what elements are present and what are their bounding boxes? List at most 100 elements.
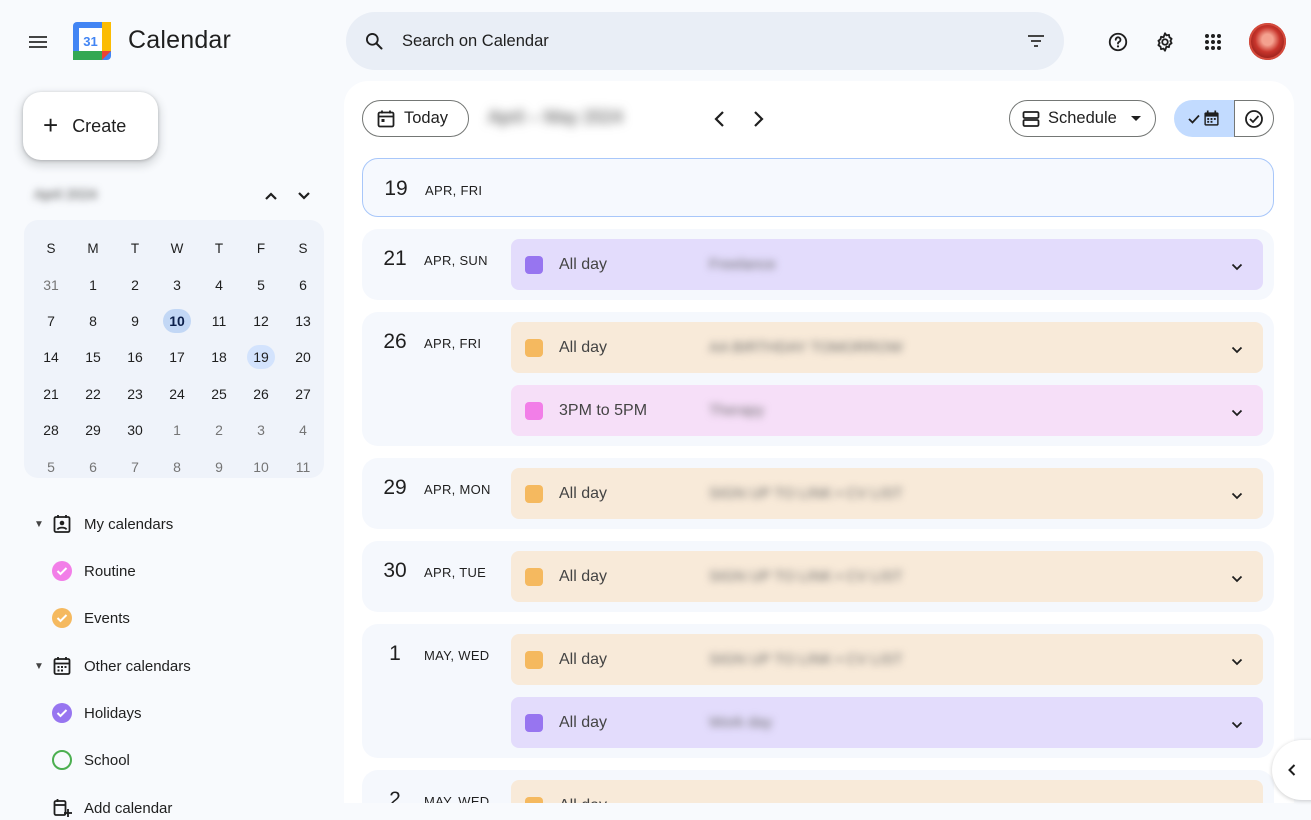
mini-calendar-day[interactable]: 6	[282, 266, 324, 302]
day-number[interactable]: 1	[380, 642, 410, 666]
mini-calendar-day[interactable]: 7	[30, 303, 72, 339]
mini-calendar-day[interactable]: 20	[282, 339, 324, 375]
add-calendar-button[interactable]: Add calendar	[52, 798, 172, 818]
mini-calendar-next-button[interactable]	[294, 186, 314, 206]
mini-calendar-day[interactable]: 27	[282, 376, 324, 412]
day-label[interactable]: MAY, WED	[424, 648, 489, 663]
mini-calendar-day[interactable]: 2	[114, 266, 156, 302]
mini-calendar-day[interactable]: 14	[30, 339, 72, 375]
day-number[interactable]: 19	[381, 177, 411, 201]
day-label[interactable]: MAY, WED	[424, 794, 489, 803]
chevron-down-icon[interactable]	[1231, 799, 1243, 803]
checkbox-checked-icon[interactable]	[52, 703, 72, 723]
event-item[interactable]: All day SIGN UP TO LINK ▪ CV LIST	[511, 551, 1263, 602]
chevron-down-icon[interactable]	[1231, 341, 1243, 359]
event-item[interactable]: All day	[511, 780, 1263, 803]
event-item[interactable]: All day Freelance	[511, 239, 1263, 290]
mini-calendar-day[interactable]: 12	[240, 303, 282, 339]
day-label[interactable]: APR, FRI	[424, 336, 481, 351]
mini-calendar-day[interactable]: 1	[156, 412, 198, 448]
mini-calendar-day[interactable]: 30	[114, 412, 156, 448]
chevron-down-icon[interactable]	[1231, 487, 1243, 505]
other-calendars-header[interactable]: ▼ Other calendars	[34, 656, 191, 676]
mini-calendar-day[interactable]: 9	[114, 303, 156, 339]
mini-calendar-day[interactable]: 31	[30, 266, 72, 302]
day-label[interactable]: APR, FRI	[425, 183, 482, 198]
calendar-item-routine[interactable]: Routine	[52, 561, 136, 581]
filter-icon[interactable]	[1026, 31, 1046, 51]
today-button[interactable]: Today	[362, 100, 469, 137]
mini-calendar-day[interactable]: 19	[240, 339, 282, 375]
account-avatar[interactable]	[1249, 23, 1286, 60]
mini-calendar-day[interactable]: 1	[72, 266, 114, 302]
mini-calendar-day[interactable]: 18	[198, 339, 240, 375]
next-period-button[interactable]	[744, 104, 774, 134]
mini-calendar-day[interactable]: 21	[30, 376, 72, 412]
day-number[interactable]: 26	[380, 330, 410, 354]
mini-calendar-day[interactable]: 24	[156, 376, 198, 412]
calendar-item-events[interactable]: Events	[52, 608, 130, 628]
search-icon[interactable]	[364, 31, 384, 51]
calendar-view-toggle[interactable]	[1174, 100, 1234, 137]
search-bar[interactable]	[346, 12, 1064, 70]
mini-calendar-day[interactable]: 8	[156, 448, 198, 484]
chevron-down-icon[interactable]	[1231, 404, 1243, 422]
app-title[interactable]: Calendar	[128, 26, 231, 55]
help-button[interactable]	[1100, 24, 1136, 60]
mini-calendar-day[interactable]: 9	[198, 448, 240, 484]
mini-calendar-day[interactable]: 26	[240, 376, 282, 412]
mini-calendar-month-title[interactable]: April 2024	[34, 186, 97, 202]
day-number[interactable]: 30	[380, 559, 410, 583]
calendar-item-holidays[interactable]: Holidays	[52, 703, 142, 723]
create-button[interactable]: + Create	[23, 92, 158, 160]
my-calendars-header[interactable]: ▼ My calendars	[34, 514, 173, 534]
mini-calendar-day[interactable]: 11	[198, 303, 240, 339]
mini-calendar-day[interactable]: 17	[156, 339, 198, 375]
mini-calendar-prev-button[interactable]	[261, 186, 281, 206]
calendar-item-school[interactable]: School	[52, 750, 130, 770]
mini-calendar-day[interactable]: 7	[114, 448, 156, 484]
event-item[interactable]: 3PM to 5PM Therapy	[511, 385, 1263, 436]
checkbox-checked-icon[interactable]	[52, 561, 72, 581]
mini-calendar-day[interactable]: 5	[30, 448, 72, 484]
mini-calendar-day[interactable]: 4	[198, 266, 240, 302]
mini-calendar-day[interactable]: 5	[240, 266, 282, 302]
mini-calendar-day[interactable]: 16	[114, 339, 156, 375]
main-menu-button[interactable]	[20, 24, 56, 60]
mini-calendar-day[interactable]: 29	[72, 412, 114, 448]
previous-period-button[interactable]	[704, 104, 734, 134]
mini-calendar-day[interactable]: 3	[240, 412, 282, 448]
checkbox-unchecked-icon[interactable]	[52, 750, 72, 770]
mini-calendar-day[interactable]: 15	[72, 339, 114, 375]
mini-calendar-day[interactable]: 25	[198, 376, 240, 412]
day-label[interactable]: APR, MON	[424, 482, 491, 497]
event-item[interactable]: All day AA BIRTHDAY TOMORROW	[511, 322, 1263, 373]
mini-calendar-day[interactable]: 22	[72, 376, 114, 412]
mini-calendar-day[interactable]: 10	[240, 448, 282, 484]
day-number[interactable]: 29	[380, 476, 410, 500]
apps-button[interactable]	[1195, 24, 1231, 60]
event-item[interactable]: All day SIGN UP TO LINK ▪ CV LIST	[511, 634, 1263, 685]
chevron-down-icon[interactable]	[1231, 570, 1243, 588]
event-item[interactable]: All day Work day	[511, 697, 1263, 748]
search-input[interactable]	[402, 26, 1002, 56]
day-label[interactable]: APR, SUN	[424, 253, 488, 268]
mini-calendar-day[interactable]: 2	[198, 412, 240, 448]
mini-calendar-day[interactable]: 23	[114, 376, 156, 412]
checkbox-checked-icon[interactable]	[52, 608, 72, 628]
mini-calendar-day[interactable]: 11	[282, 448, 324, 484]
day-label[interactable]: APR, TUE	[424, 565, 486, 580]
mini-calendar-day[interactable]: 6	[72, 448, 114, 484]
view-switcher-dropdown[interactable]: Schedule	[1009, 100, 1156, 137]
mini-calendar-day[interactable]: 8	[72, 303, 114, 339]
mini-calendar-day[interactable]: 13	[282, 303, 324, 339]
day-number[interactable]: 21	[380, 247, 410, 271]
calendar-logo-icon[interactable]: 31	[73, 22, 111, 60]
settings-button[interactable]	[1147, 24, 1183, 60]
chevron-down-icon[interactable]	[1231, 653, 1243, 671]
tasks-view-toggle[interactable]	[1234, 100, 1274, 137]
day-number[interactable]: 2	[380, 788, 410, 803]
mini-calendar-day[interactable]: 3	[156, 266, 198, 302]
chevron-down-icon[interactable]	[1231, 258, 1243, 276]
mini-calendar-day[interactable]: 28	[30, 412, 72, 448]
